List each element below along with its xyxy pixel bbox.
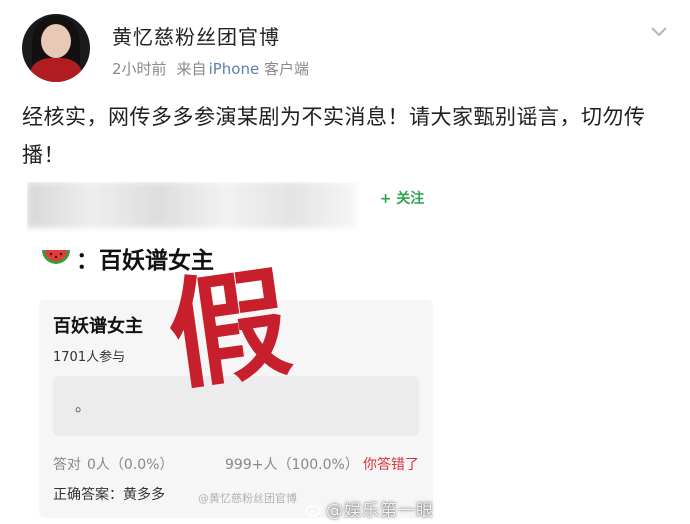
- device-suffix: 客户端: [259, 60, 309, 78]
- blurred-header: [27, 182, 357, 228]
- participant-count: 1701人参与: [53, 350, 126, 365]
- weibo-icon: [305, 504, 323, 517]
- wrong-count: 999+人（100.0%）: [225, 457, 359, 473]
- correct-answer: 正确答案：黄多多: [53, 487, 165, 503]
- source-prefix: 来自: [176, 60, 207, 78]
- device-link[interactable]: iPhone: [209, 60, 260, 78]
- quiz-stats: 答对 0人（0.0%） 999+人（100.0%） 你答错了: [53, 454, 425, 474]
- wrong-verdict: 你答错了: [363, 457, 419, 473]
- user-avatar[interactable]: [22, 14, 90, 82]
- username[interactable]: 黄忆慈粉丝团官博: [112, 21, 280, 50]
- fake-stamp: 假: [159, 251, 299, 408]
- post-header: 黄忆慈粉丝团官博 2小时前 来自 iPhone 客户端: [22, 14, 672, 86]
- correct-count: 0人（0.0%）: [87, 457, 174, 473]
- watermark-large-text: @娱乐第一眼: [326, 501, 434, 521]
- quiz-title: 百妖谱女主: [53, 316, 143, 337]
- chevron-down-icon[interactable]: [650, 24, 668, 38]
- follow-button[interactable]: + 关注: [371, 185, 433, 213]
- screenshot-card: + 关注 ：百妖谱女主 百妖谱女主 1701人参与 。 答对 0人（0.0%） 9…: [27, 182, 455, 520]
- correct-label: 答对: [53, 457, 81, 473]
- post-meta: 2小时前 来自 iPhone 客户端: [112, 58, 309, 79]
- watermark-small: @黄忆慈粉丝团官博: [198, 492, 297, 505]
- avatar-dress: [30, 58, 82, 82]
- watermark-large: @娱乐第一眼: [305, 496, 434, 521]
- option-text: 。: [75, 396, 92, 415]
- post-time: 2小时前: [112, 60, 167, 78]
- avatar-face: [41, 24, 71, 58]
- post-text: 经核实，网传多多参演某剧为不实消息！请大家甄别谣言，切勿传播！: [22, 105, 646, 167]
- watermelon-icon: [42, 250, 70, 264]
